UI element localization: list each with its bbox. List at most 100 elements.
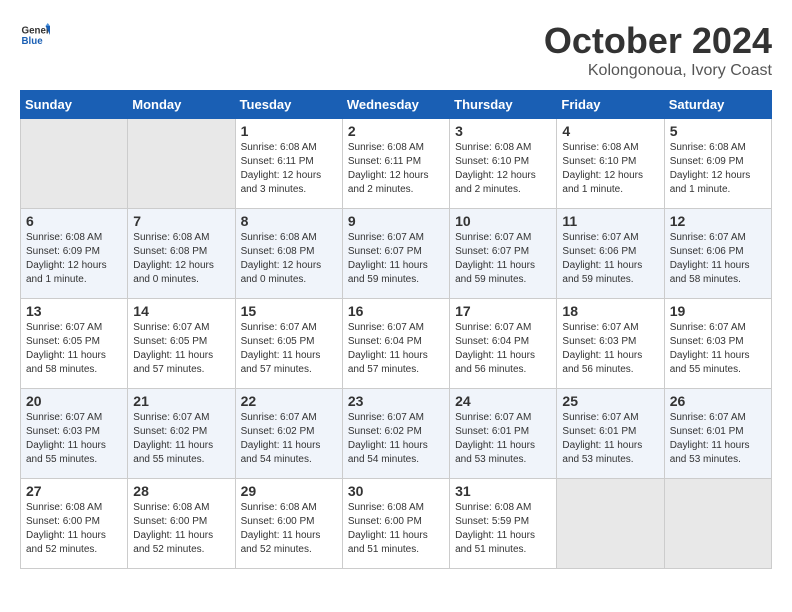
- cell-info: Sunrise: 6:07 AM Sunset: 6:02 PM Dayligh…: [241, 411, 337, 467]
- col-header-friday: Friday: [557, 91, 664, 119]
- day-number: 21: [133, 393, 229, 409]
- day-number: 25: [562, 393, 658, 409]
- calendar-cell: 23 Sunrise: 6:07 AM Sunset: 6:02 PM Dayli…: [342, 389, 449, 479]
- calendar-cell: 26 Sunrise: 6:07 AM Sunset: 6:01 PM Dayli…: [664, 389, 771, 479]
- calendar-cell: 14Sunrise: 6:07 AM Sunset: 6:05 PM Dayli…: [128, 299, 235, 389]
- day-number: 31: [455, 483, 551, 499]
- day-number: 8: [241, 213, 337, 229]
- col-header-saturday: Saturday: [664, 91, 771, 119]
- col-header-tuesday: Tuesday: [235, 91, 342, 119]
- day-number: 3: [455, 123, 551, 139]
- calendar-cell: 11Sunrise: 6:07 AM Sunset: 6:06 PM Dayli…: [557, 209, 664, 299]
- day-number: 29: [241, 483, 337, 499]
- calendar-header-row: SundayMondayTuesdayWednesdayThursdayFrid…: [21, 91, 772, 119]
- week-row-2: 6 Sunrise: 6:08 AM Sunset: 6:09 PM Daylig…: [21, 209, 772, 299]
- week-row-3: 13 Sunrise: 6:07 AM Sunset: 6:05 PM Dayli…: [21, 299, 772, 389]
- day-number: 30: [348, 483, 444, 499]
- cell-info: Sunrise: 6:07 AM Sunset: 6:01 PM Dayligh…: [455, 411, 551, 467]
- cell-info: Sunrise: 6:08 AM Sunset: 6:00 PM Dayligh…: [241, 501, 337, 557]
- cell-info: Sunrise: 6:07 AM Sunset: 6:04 PM Dayligh…: [348, 321, 444, 377]
- cell-info: Sunrise: 6:07 AM Sunset: 6:06 PM Dayligh…: [562, 231, 658, 287]
- calendar-cell: 22 Sunrise: 6:07 AM Sunset: 6:02 PM Dayli…: [235, 389, 342, 479]
- day-number: 6: [26, 213, 122, 229]
- calendar-cell: 3Sunrise: 6:08 AM Sunset: 6:10 PM Daylig…: [450, 119, 557, 209]
- logo-icon: General Blue: [20, 20, 50, 50]
- col-header-monday: Monday: [128, 91, 235, 119]
- day-number: 18: [562, 303, 658, 319]
- cell-info: Sunrise: 6:07 AM Sunset: 6:04 PM Dayligh…: [455, 321, 551, 377]
- calendar-cell: 31Sunrise: 6:08 AM Sunset: 5:59 PM Dayli…: [450, 479, 557, 569]
- day-number: 19: [670, 303, 766, 319]
- week-row-5: 27Sunrise: 6:08 AM Sunset: 6:00 PM Dayli…: [21, 479, 772, 569]
- calendar-cell: [21, 119, 128, 209]
- calendar-cell: 16 Sunrise: 6:07 AM Sunset: 6:04 PM Dayli…: [342, 299, 449, 389]
- day-number: 4: [562, 123, 658, 139]
- day-number: 5: [670, 123, 766, 139]
- cell-info: Sunrise: 6:07 AM Sunset: 6:03 PM Dayligh…: [670, 321, 766, 377]
- cell-info: Sunrise: 6:08 AM Sunset: 6:08 PM Dayligh…: [133, 231, 229, 287]
- week-row-4: 20 Sunrise: 6:07 AM Sunset: 6:03 PM Dayli…: [21, 389, 772, 479]
- day-number: 16: [348, 303, 444, 319]
- calendar-cell: 7 Sunrise: 6:08 AM Sunset: 6:08 PM Daylig…: [128, 209, 235, 299]
- day-number: 20: [26, 393, 122, 409]
- calendar-cell: 20 Sunrise: 6:07 AM Sunset: 6:03 PM Dayli…: [21, 389, 128, 479]
- day-number: 26: [670, 393, 766, 409]
- cell-info: Sunrise: 6:07 AM Sunset: 6:03 PM Dayligh…: [562, 321, 658, 377]
- day-number: 2: [348, 123, 444, 139]
- col-header-thursday: Thursday: [450, 91, 557, 119]
- cell-info: Sunrise: 6:07 AM Sunset: 6:02 PM Dayligh…: [133, 411, 229, 467]
- cell-info: Sunrise: 6:08 AM Sunset: 6:09 PM Dayligh…: [26, 231, 122, 287]
- calendar-cell: 10 Sunrise: 6:07 AM Sunset: 6:07 PM Dayli…: [450, 209, 557, 299]
- day-number: 24: [455, 393, 551, 409]
- cell-info: Sunrise: 6:07 AM Sunset: 6:02 PM Dayligh…: [348, 411, 444, 467]
- calendar-cell: 24 Sunrise: 6:07 AM Sunset: 6:01 PM Dayli…: [450, 389, 557, 479]
- cell-info: Sunrise: 6:07 AM Sunset: 6:03 PM Dayligh…: [26, 411, 122, 467]
- cell-info: Sunrise: 6:07 AM Sunset: 6:01 PM Dayligh…: [670, 411, 766, 467]
- cell-info: Sunrise: 6:07 AM Sunset: 6:07 PM Dayligh…: [348, 231, 444, 287]
- week-row-1: 1 Sunrise: 6:08 AM Sunset: 6:11 PM Daylig…: [21, 119, 772, 209]
- calendar-cell: 4 Sunrise: 6:08 AM Sunset: 6:10 PM Daylig…: [557, 119, 664, 209]
- calendar-cell: 27Sunrise: 6:08 AM Sunset: 6:00 PM Dayli…: [21, 479, 128, 569]
- day-number: 15: [241, 303, 337, 319]
- day-number: 23: [348, 393, 444, 409]
- cell-info: Sunrise: 6:08 AM Sunset: 6:08 PM Dayligh…: [241, 231, 337, 287]
- location-title: Kolongonoua, Ivory Coast: [544, 62, 772, 80]
- cell-info: Sunrise: 6:07 AM Sunset: 6:07 PM Dayligh…: [455, 231, 551, 287]
- cell-info: Sunrise: 6:08 AM Sunset: 6:00 PM Dayligh…: [26, 501, 122, 557]
- month-title: October 2024: [544, 20, 772, 62]
- calendar-cell: 8 Sunrise: 6:08 AM Sunset: 6:08 PM Daylig…: [235, 209, 342, 299]
- cell-info: Sunrise: 6:07 AM Sunset: 6:05 PM Dayligh…: [133, 321, 229, 377]
- calendar-cell: 25 Sunrise: 6:07 AM Sunset: 6:01 PM Dayli…: [557, 389, 664, 479]
- cell-info: Sunrise: 6:08 AM Sunset: 6:00 PM Dayligh…: [133, 501, 229, 557]
- calendar-cell: 15Sunrise: 6:07 AM Sunset: 6:05 PM Dayli…: [235, 299, 342, 389]
- cell-info: Sunrise: 6:08 AM Sunset: 6:11 PM Dayligh…: [241, 141, 337, 197]
- day-number: 1: [241, 123, 337, 139]
- calendar-cell: 17 Sunrise: 6:07 AM Sunset: 6:04 PM Dayli…: [450, 299, 557, 389]
- calendar-cell: 5Sunrise: 6:08 AM Sunset: 6:09 PM Daylig…: [664, 119, 771, 209]
- day-number: 13: [26, 303, 122, 319]
- page-header: General Blue October 2024 Kolongonoua, I…: [20, 20, 772, 80]
- calendar-cell: 2 Sunrise: 6:08 AM Sunset: 6:11 PM Daylig…: [342, 119, 449, 209]
- cell-info: Sunrise: 6:07 AM Sunset: 6:06 PM Dayligh…: [670, 231, 766, 287]
- svg-text:Blue: Blue: [22, 36, 44, 47]
- calendar-cell: 30Sunrise: 6:08 AM Sunset: 6:00 PM Dayli…: [342, 479, 449, 569]
- calendar-cell: 6 Sunrise: 6:08 AM Sunset: 6:09 PM Daylig…: [21, 209, 128, 299]
- day-number: 9: [348, 213, 444, 229]
- logo: General Blue: [20, 20, 50, 50]
- calendar-cell: [664, 479, 771, 569]
- calendar-cell: [128, 119, 235, 209]
- calendar-cell: [557, 479, 664, 569]
- day-number: 28: [133, 483, 229, 499]
- calendar-cell: 1 Sunrise: 6:08 AM Sunset: 6:11 PM Daylig…: [235, 119, 342, 209]
- day-number: 17: [455, 303, 551, 319]
- day-number: 7: [133, 213, 229, 229]
- calendar-cell: 28 Sunrise: 6:08 AM Sunset: 6:00 PM Dayli…: [128, 479, 235, 569]
- calendar-cell: 13 Sunrise: 6:07 AM Sunset: 6:05 PM Dayli…: [21, 299, 128, 389]
- cell-info: Sunrise: 6:08 AM Sunset: 6:11 PM Dayligh…: [348, 141, 444, 197]
- day-number: 22: [241, 393, 337, 409]
- calendar-cell: 21 Sunrise: 6:07 AM Sunset: 6:02 PM Dayli…: [128, 389, 235, 479]
- cell-info: Sunrise: 6:07 AM Sunset: 6:01 PM Dayligh…: [562, 411, 658, 467]
- day-number: 10: [455, 213, 551, 229]
- cell-info: Sunrise: 6:08 AM Sunset: 6:10 PM Dayligh…: [562, 141, 658, 197]
- cell-info: Sunrise: 6:07 AM Sunset: 6:05 PM Dayligh…: [26, 321, 122, 377]
